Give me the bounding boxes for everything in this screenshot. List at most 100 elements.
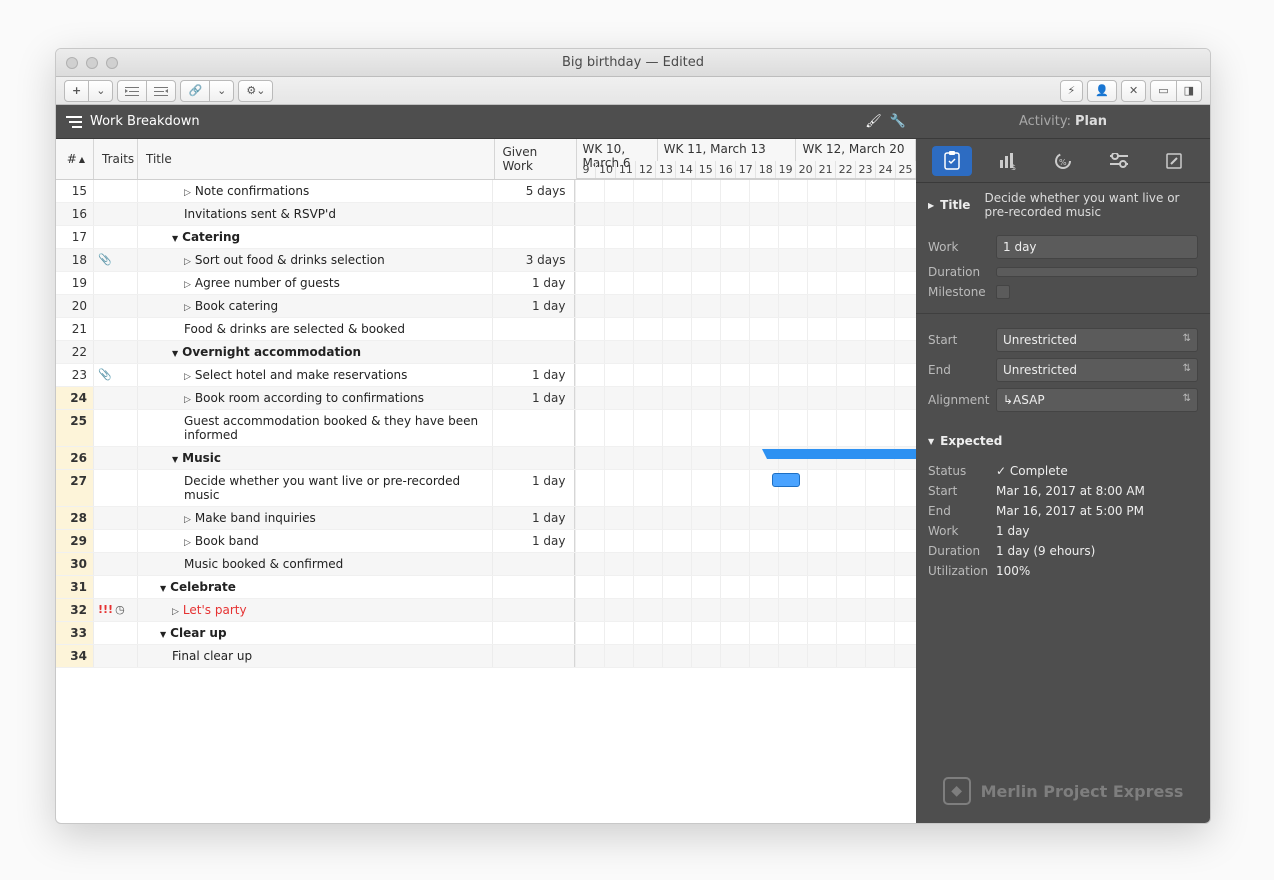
gantt-cell[interactable] [575,530,917,552]
row-title[interactable]: Sort out food & drinks selection [138,249,493,271]
expected-header[interactable]: Expected [916,426,1210,450]
inspector-tab-settings[interactable] [1099,146,1139,176]
gantt-cell[interactable] [575,226,917,248]
column-title[interactable]: Title [138,139,495,179]
row-title[interactable]: Overnight accommodation [138,341,493,363]
milestone-checkbox[interactable] [996,285,1010,299]
outdent-button[interactable] [146,80,176,102]
zoom-icon[interactable] [106,57,118,69]
end-select[interactable]: Unrestricted⇅ [996,358,1198,382]
row-title[interactable]: Agree number of guests [138,272,493,294]
view-right-button[interactable]: ◨ [1176,80,1202,102]
day-header: 16 [716,161,736,178]
inspector-tab-cost[interactable]: $ [987,146,1027,176]
close-icon[interactable] [66,57,78,69]
action-menu-button[interactable]: ⚙︎⌄ [238,80,273,102]
link-button[interactable]: 🔗 [180,80,210,102]
gantt-cell[interactable] [575,576,917,598]
gantt-bar[interactable] [772,473,800,487]
gantt-cell[interactable] [575,180,917,202]
column-traits[interactable]: Traits [94,139,138,179]
table-row[interactable]: 20Book catering1 day [56,295,916,318]
table-row[interactable]: 26Music [56,447,916,470]
table-row[interactable]: 21Food & drinks are selected & booked [56,318,916,341]
gantt-cell[interactable] [575,249,917,271]
table-row[interactable]: 27Decide whether you want live or pre-re… [56,470,916,507]
start-select[interactable]: Unrestricted⇅ [996,328,1198,352]
row-title[interactable]: Make band inquiries [138,507,493,529]
row-title[interactable]: Note confirmations [138,180,493,202]
user-button[interactable]: 👤 [1087,80,1117,102]
gantt-cell[interactable] [575,410,917,446]
table-row[interactable]: 25Guest accommodation booked & they have… [56,410,916,447]
duration-field[interactable] [996,267,1198,277]
add-menu-button[interactable]: ⌄ [88,80,113,102]
inspector-tab-plan[interactable] [932,146,972,176]
row-traits [94,645,138,667]
view-left-button[interactable]: ▭ [1150,80,1176,102]
row-title[interactable]: Guest accommodation booked & they have b… [138,410,493,446]
column-given-work[interactable]: Given Work [495,139,577,179]
table-row[interactable]: 32!!!◷Let's party [56,599,916,622]
table-row[interactable]: 17Catering [56,226,916,249]
add-button[interactable]: + [64,80,89,102]
inspector-title-header[interactable]: Title Decide whether you want live or pr… [916,183,1210,221]
row-work [493,576,575,598]
indent-button[interactable] [117,80,147,102]
table-row[interactable]: 31Celebrate [56,576,916,599]
gantt-cell[interactable] [575,507,917,529]
row-title[interactable]: Clear up [138,622,493,644]
row-title[interactable]: Food & drinks are selected & booked [138,318,493,340]
row-title[interactable]: Catering [138,226,493,248]
row-title[interactable]: Let's party [138,599,493,621]
table-row[interactable]: 15Note confirmations5 days [56,180,916,203]
gantt-cell[interactable] [575,470,917,506]
gantt-cell[interactable] [575,645,917,667]
gantt-cell[interactable] [575,447,917,469]
wrench-icon[interactable]: 🔧 [890,114,906,129]
gantt-cell[interactable] [575,318,917,340]
column-num[interactable]: #▲ [56,139,94,179]
gantt-cell[interactable] [575,295,917,317]
row-title[interactable]: Final clear up [138,645,493,667]
row-title[interactable]: Book band [138,530,493,552]
inspector-tab-edit[interactable] [1154,146,1194,176]
tools-button[interactable]: ✕ [1121,80,1146,102]
brush-icon[interactable]: 🖌 [865,114,882,129]
table-row[interactable]: 33Clear up [56,622,916,645]
gantt-cell[interactable] [575,364,917,386]
table-row[interactable]: 34Final clear up [56,645,916,668]
table-row[interactable]: 16Invitations sent & RSVP'd [56,203,916,226]
bolt-button[interactable]: ⚡︎ [1060,80,1084,102]
table-row[interactable]: 29Book band1 day [56,530,916,553]
gantt-cell[interactable] [575,272,917,294]
table-row[interactable]: 22Overnight accommodation [56,341,916,364]
gantt-cell[interactable] [575,622,917,644]
table-row[interactable]: 23📎Select hotel and make reservations1 d… [56,364,916,387]
alignment-select[interactable]: ↳ASAP⇅ [996,388,1198,412]
minimize-icon[interactable] [86,57,98,69]
gantt-cell[interactable] [575,599,917,621]
table-row[interactable]: 30Music booked & confirmed [56,553,916,576]
table-row[interactable]: 18📎Sort out food & drinks selection3 day… [56,249,916,272]
link-menu-button[interactable]: ⌄ [209,80,234,102]
gantt-cell[interactable] [575,203,917,225]
table-row[interactable]: 24Book room according to confirmations1 … [56,387,916,410]
gantt-cell[interactable] [575,387,917,409]
gantt-group[interactable] [767,449,917,459]
gantt-cell[interactable] [575,553,917,575]
table-row[interactable]: 19Agree number of guests1 day [56,272,916,295]
row-title[interactable]: Celebrate [138,576,493,598]
table-row[interactable]: 28Make band inquiries1 day [56,507,916,530]
row-work: 5 days [493,180,575,202]
row-title[interactable]: Book catering [138,295,493,317]
gantt-cell[interactable] [575,341,917,363]
row-title[interactable]: Book room according to confirmations [138,387,493,409]
work-field[interactable]: 1 day [996,235,1198,259]
row-title[interactable]: Music [138,447,493,469]
row-title[interactable]: Decide whether you want live or pre-reco… [138,470,493,506]
inspector-tab-progress[interactable]: % [1043,146,1083,176]
row-title[interactable]: Invitations sent & RSVP'd [138,203,493,225]
row-title[interactable]: Music booked & confirmed [138,553,493,575]
row-title[interactable]: Select hotel and make reservations [138,364,493,386]
